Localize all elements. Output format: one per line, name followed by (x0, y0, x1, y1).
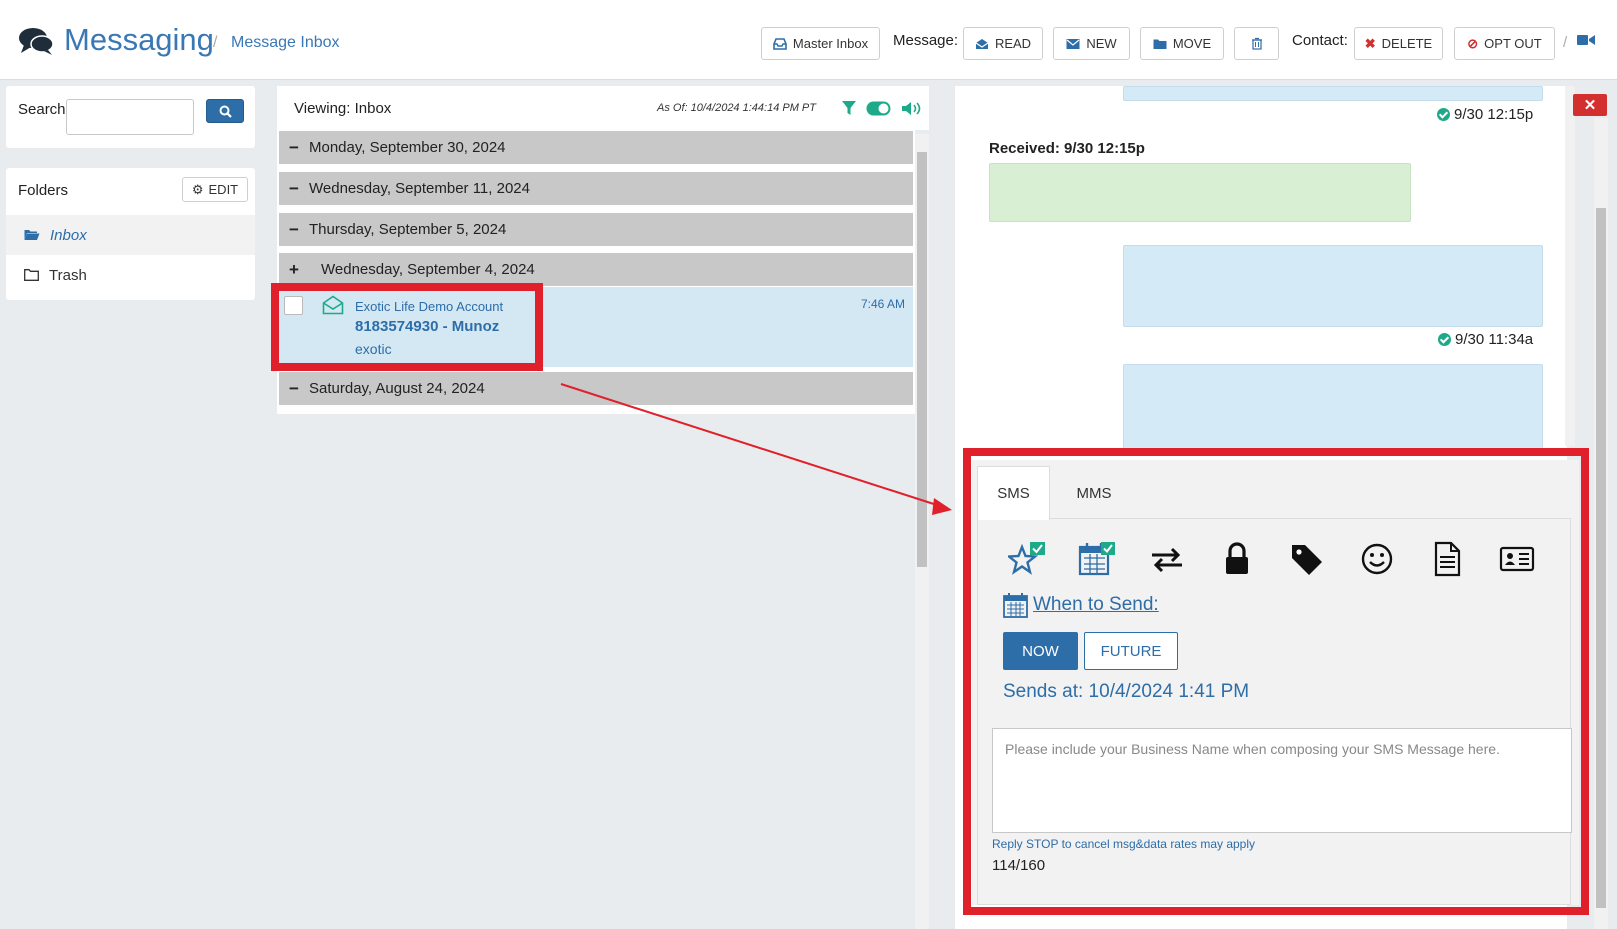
annotation-arrow (560, 383, 952, 515)
